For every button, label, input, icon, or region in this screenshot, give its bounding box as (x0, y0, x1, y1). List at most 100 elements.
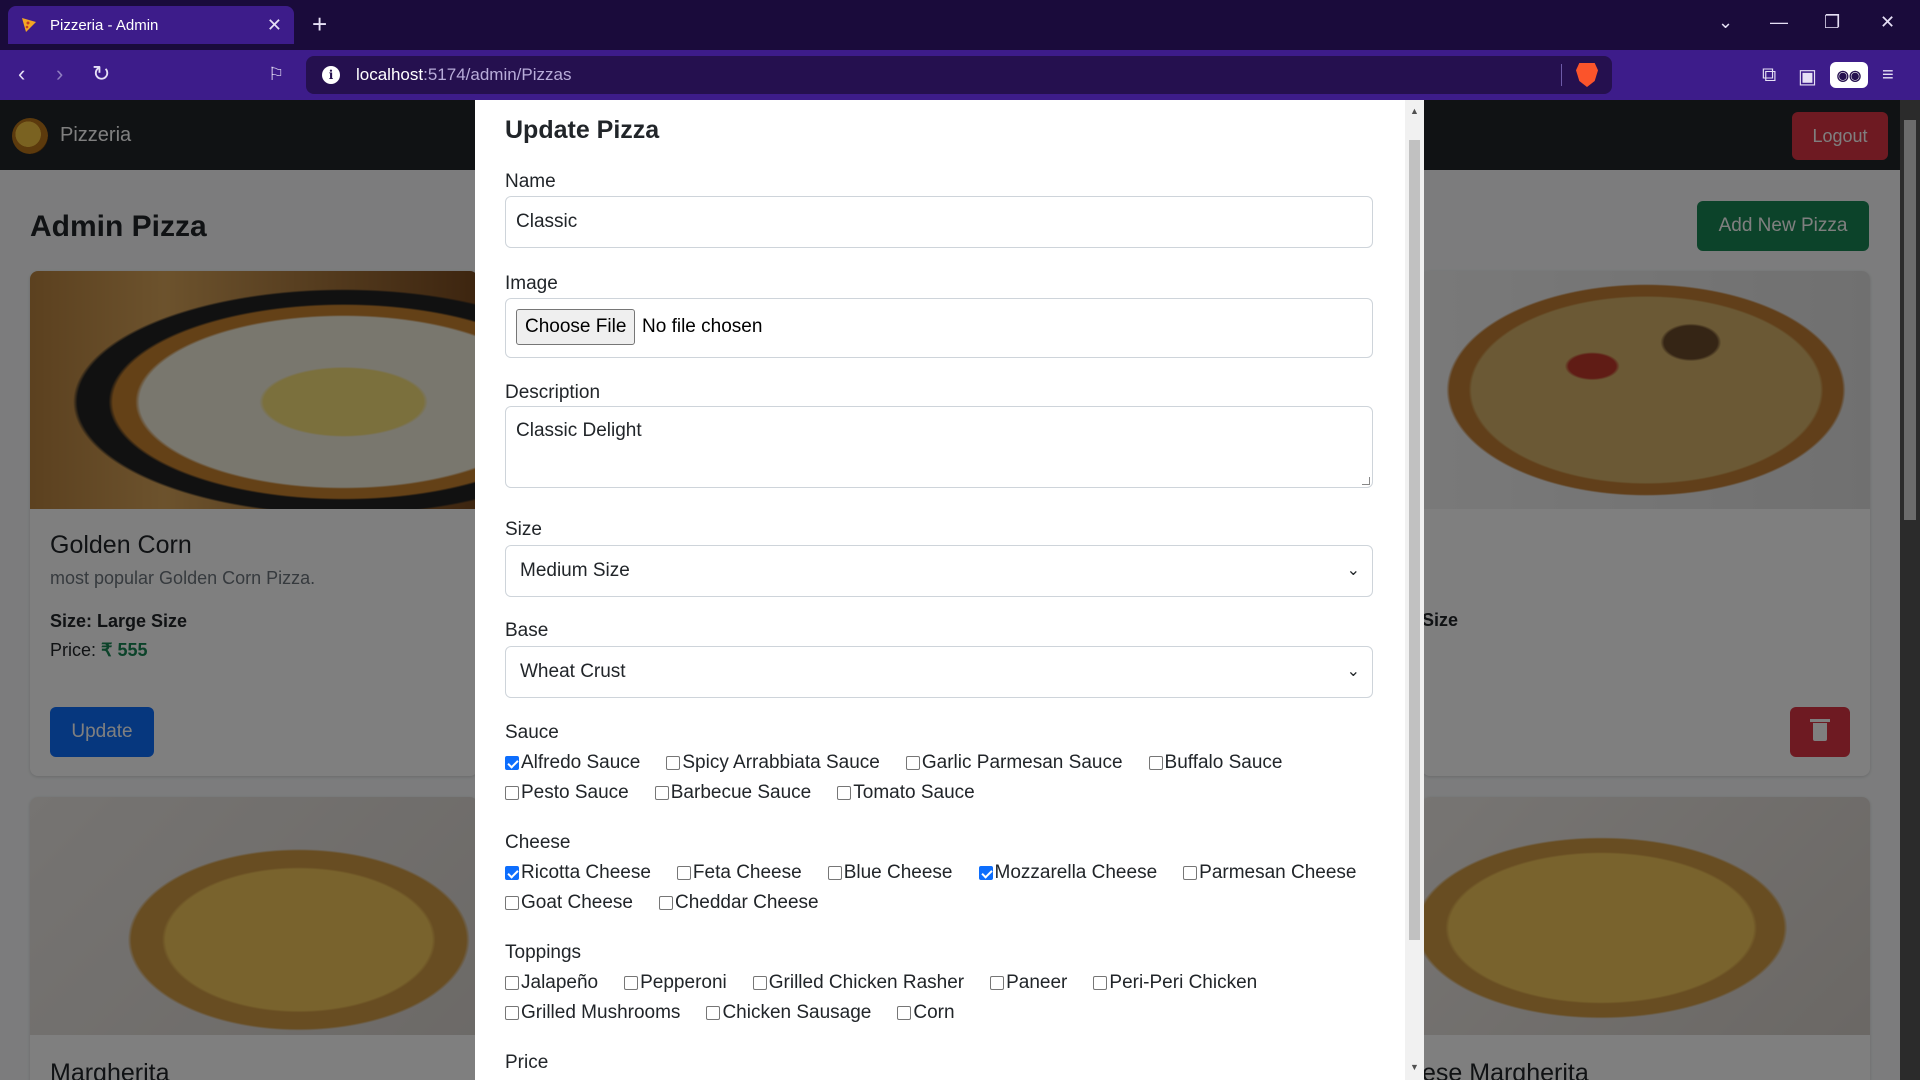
site-info-icon[interactable]: i (322, 66, 340, 84)
option-label: Feta Cheese (692, 862, 802, 883)
option-label: Pesto Sauce (521, 782, 629, 803)
checkbox[interactable] (624, 976, 639, 990)
base-value: Wheat Crust (520, 661, 626, 682)
toppings-label: Toppings (505, 942, 582, 963)
browser-tab[interactable]: Pizzeria - Admin ✕ (8, 6, 294, 44)
choose-file-button[interactable]: Choose File (516, 309, 636, 345)
forward-icon[interactable]: › (56, 62, 63, 86)
cheese-option[interactable]: Goat Cheese (505, 892, 633, 914)
topping-option[interactable]: Grilled Chicken Rasher (752, 972, 965, 994)
checkbox[interactable] (505, 896, 519, 910)
bookmark-icon[interactable]: ⚐ (268, 62, 284, 86)
description-label: Description (505, 382, 601, 403)
checkbox[interactable] (837, 786, 852, 800)
checkbox[interactable] (658, 896, 673, 910)
extensions-icon[interactable]: ⧉ (1762, 64, 1776, 87)
page-scrollbar[interactable] (1900, 100, 1920, 1080)
toppings-row-2: Grilled Mushrooms Chicken Sausage Corn (505, 1002, 981, 1024)
cheese-option[interactable]: Ricotta Cheese (505, 862, 651, 884)
base-select[interactable]: Wheat Crust ⌄ (505, 646, 1373, 698)
sauce-option[interactable]: Barbecue Sauce (654, 782, 811, 804)
checkbox[interactable] (1148, 756, 1163, 770)
checkbox[interactable] (505, 976, 519, 990)
restore-icon[interactable]: ❐ (1824, 12, 1840, 33)
checkbox[interactable] (676, 866, 691, 880)
minimize-icon[interactable]: — (1770, 12, 1788, 33)
sauce-option[interactable]: Buffalo Sauce (1148, 752, 1283, 774)
sidebar-icon[interactable]: ▣ (1798, 64, 1817, 89)
modal-scrollbar[interactable]: ▲ ▼ (1405, 100, 1424, 1080)
scroll-down-icon[interactable]: ▼ (1410, 1062, 1419, 1072)
checkbox[interactable] (905, 756, 920, 770)
topping-option[interactable]: Corn (897, 1002, 955, 1024)
topping-option[interactable]: Grilled Mushrooms (505, 1002, 680, 1024)
sauce-row-1: Alfredo Sauce Spicy Arrabbiata Sauce Gar… (505, 752, 1309, 774)
checkbox[interactable] (505, 786, 519, 800)
checkbox[interactable] (654, 786, 669, 800)
brave-shields-icon[interactable] (1576, 63, 1598, 87)
option-label: Buffalo Sauce (1164, 752, 1283, 773)
address-bar[interactable]: i localhost:5174/admin/Pizzas (306, 56, 1612, 94)
scroll-up-icon[interactable]: ▲ (1410, 106, 1419, 116)
checkbox[interactable] (897, 1006, 912, 1020)
option-label: Parmesan Cheese (1199, 862, 1357, 883)
cheese-label: Cheese (505, 832, 571, 853)
close-window-icon[interactable]: ✕ (1880, 12, 1895, 33)
checkbox[interactable] (990, 976, 1005, 990)
checkbox[interactable] (827, 866, 842, 880)
option-label: Peri-Peri Chicken (1109, 972, 1258, 993)
omnibox-divider (1561, 64, 1562, 86)
option-label: Chicken Sausage (722, 1002, 872, 1023)
close-tab-icon[interactable]: ✕ (267, 15, 282, 36)
update-pizza-modal: Update Pizza Name Classic Image Choose F… (475, 100, 1424, 1080)
checkbox[interactable] (752, 976, 767, 990)
topping-option[interactable]: Chicken Sausage (706, 1002, 871, 1024)
back-icon[interactable]: ‹ (18, 62, 25, 86)
sauce-option[interactable]: Spicy Arrabbiata Sauce (666, 752, 880, 774)
option-label: Grilled Chicken Rasher (768, 972, 965, 993)
checkbox[interactable] (505, 756, 519, 770)
sauce-option[interactable]: Tomato Sauce (837, 782, 975, 804)
menu-icon[interactable]: ≡ (1882, 64, 1894, 87)
option-label: Blue Cheese (843, 862, 953, 883)
option-label: Alfredo Sauce (521, 752, 641, 773)
topping-option[interactable]: Paneer (990, 972, 1067, 994)
tab-search-chevron-icon[interactable]: ⌄ (1718, 12, 1733, 33)
size-value: Medium Size (520, 560, 630, 581)
size-label: Size (505, 519, 542, 540)
option-label: Goat Cheese (521, 892, 633, 913)
sauce-option[interactable]: Alfredo Sauce (505, 752, 640, 774)
sauce-row-2: Pesto Sauce Barbecue Sauce Tomato Sauce (505, 782, 1001, 804)
cheese-option[interactable]: Parmesan Cheese (1183, 862, 1357, 884)
checkbox[interactable] (666, 756, 681, 770)
checkbox[interactable] (1093, 976, 1108, 990)
sauce-option[interactable]: Pesto Sauce (505, 782, 629, 804)
reload-icon[interactable]: ↻ (92, 62, 110, 86)
description-textarea[interactable]: Classic Delight (505, 406, 1373, 488)
chevron-down-icon: ⌄ (1346, 663, 1360, 680)
cheese-option[interactable]: Blue Cheese (827, 862, 953, 884)
page-scrollbar-thumb[interactable] (1904, 120, 1916, 520)
name-input[interactable]: Classic (505, 196, 1373, 248)
wallet-glasses-icon[interactable]: ◉◉ (1830, 62, 1868, 88)
resize-handle[interactable] (1362, 477, 1370, 485)
new-tab-icon[interactable]: + (312, 10, 327, 38)
image-file-input[interactable]: Choose File No file chosen (505, 298, 1373, 358)
cheese-option[interactable]: Cheddar Cheese (658, 892, 819, 914)
base-label: Base (505, 620, 549, 641)
checkbox[interactable] (505, 866, 519, 880)
cheese-option[interactable]: Mozzarella Cheese (978, 862, 1157, 884)
checkbox[interactable] (978, 866, 993, 880)
checkbox[interactable] (505, 1006, 519, 1020)
sauce-option[interactable]: Garlic Parmesan Sauce (905, 752, 1123, 774)
topping-option[interactable]: Jalapeño (505, 972, 598, 994)
modal-scrollbar-thumb[interactable] (1409, 140, 1420, 940)
cheese-option[interactable]: Feta Cheese (676, 862, 802, 884)
topping-option[interactable]: Pepperoni (624, 972, 727, 994)
pizza-favicon-icon (22, 18, 36, 32)
topping-option[interactable]: Peri-Peri Chicken (1093, 972, 1257, 994)
checkbox[interactable] (1183, 866, 1198, 880)
size-select[interactable]: Medium Size ⌄ (505, 545, 1373, 597)
checkbox[interactable] (706, 1006, 721, 1020)
browser-tabstrip: Pizzeria - Admin ✕ + ⌄ — ❐ ✕ (0, 0, 1920, 50)
